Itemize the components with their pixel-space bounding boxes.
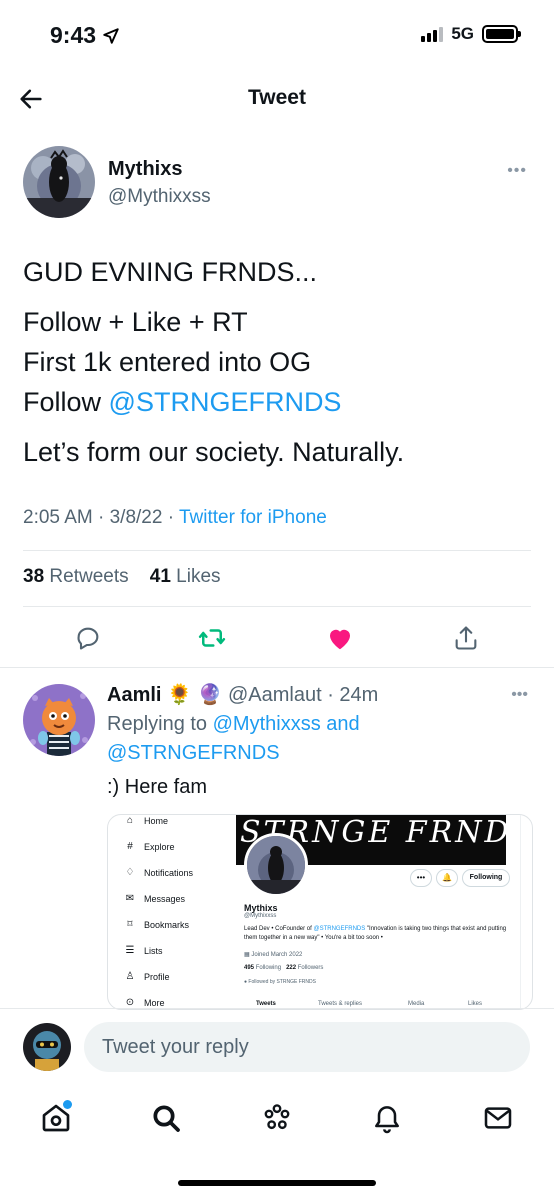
reply-button[interactable] xyxy=(72,622,104,654)
embedded-joined: ▦ Joined March 2022 xyxy=(244,952,303,958)
list-icon: ☰ xyxy=(125,945,135,956)
author-avatar[interactable] xyxy=(23,146,95,218)
top-bar: Tweet xyxy=(0,72,554,126)
tweet-body: GUD EVNING FRNDS... Follow + Like + RT F… xyxy=(23,252,533,472)
reply-author-name[interactable]: Aamli xyxy=(107,684,161,706)
clock: 9:43 xyxy=(50,22,97,48)
home-indicator xyxy=(178,1180,376,1186)
tweet-line: Follow + Like + RT xyxy=(23,307,248,337)
more-options-icon[interactable]: ••• xyxy=(511,686,528,704)
mention-link[interactable]: @STRNGEFRNDS xyxy=(107,742,280,764)
tweet-line: GUD EVNING FRNDS... xyxy=(23,257,318,287)
more-options-icon[interactable]: ••• xyxy=(507,162,527,180)
mention-link[interactable]: @Mythixxss xyxy=(213,713,321,735)
replying-to: Replying to @Mythixxss and @STRNGEFRNDS xyxy=(107,713,360,764)
spaces-icon xyxy=(264,1104,290,1130)
share-button[interactable] xyxy=(450,622,482,654)
author-handle[interactable]: @Mythixxss xyxy=(108,186,211,208)
embedded-more-icon: ••• xyxy=(410,869,432,887)
network-type: 5G xyxy=(451,24,474,43)
attached-image[interactable]: ⌂ Home # Explore ♢ Notifications ✉ Messages … xyxy=(107,814,533,1010)
embedded-nav-more: ⊙ More xyxy=(125,997,165,1008)
bottom-tab-bar xyxy=(0,1090,554,1146)
reply-header: Aamli 🌻 🔮 @Aamlaut · 24m xyxy=(107,684,379,706)
embedded-profile-handle: @Mythixxss xyxy=(244,913,277,919)
notifications-icon xyxy=(375,1106,399,1134)
reply-input[interactable] xyxy=(84,1022,530,1072)
home-icon: ⌂ xyxy=(126,815,134,826)
tweet-author: Mythixs @Mythixxss ••• xyxy=(23,146,533,220)
embedded-nav-lists: ☰ Lists xyxy=(125,945,163,956)
embedded-profile-name: Mythixs xyxy=(244,903,278,913)
tweet-stats: 38 Retweets 41 Likes xyxy=(23,566,221,588)
embedded-follow-stats: 495 Following 222 Followers xyxy=(244,965,324,971)
status-indicators: 5G xyxy=(421,24,521,44)
bell-icon: ♢ xyxy=(125,867,135,878)
status-bar: 9:43 5G xyxy=(0,0,554,72)
reply-icon xyxy=(77,627,99,650)
my-avatar[interactable] xyxy=(23,1023,71,1071)
embedded-nav-bookmarks: ⌑ Bookmarks xyxy=(124,919,189,930)
messages-icon xyxy=(484,1107,512,1129)
retweet-icon xyxy=(198,629,226,647)
retweets-stat[interactable]: 38 Retweets xyxy=(23,566,129,587)
embedded-bio: Lead Dev • CoFounder of @STRNGEFRNDS "In… xyxy=(244,926,507,941)
tab-spaces[interactable] xyxy=(259,1100,295,1136)
embedded-nav-profile: ♙ Profile xyxy=(125,971,170,982)
tweet-time: 2:05 AM xyxy=(23,507,93,528)
bookmark-icon: ⌑ xyxy=(127,919,133,930)
mail-icon: ✉ xyxy=(125,893,135,904)
reply-avatar[interactable] xyxy=(23,684,95,756)
embedded-profile-avatar xyxy=(244,833,308,897)
more-icon: ⊙ xyxy=(125,997,135,1008)
embedded-nav-home: ⌂ Home xyxy=(124,815,168,826)
embedded-followed-by: ● Followed by STRNGE FRNDS xyxy=(244,979,316,985)
embedded-following-button: Following xyxy=(462,869,510,887)
tweet-actions xyxy=(0,618,554,658)
heart-filled-icon xyxy=(330,629,350,650)
hashtag-icon: # xyxy=(127,841,133,852)
signal-icon xyxy=(421,26,444,42)
divider xyxy=(23,606,531,607)
tab-messages[interactable] xyxy=(480,1100,516,1136)
reply-time: 24m xyxy=(339,684,379,706)
page-title: Tweet xyxy=(248,86,306,109)
location-arrow-icon xyxy=(103,27,119,44)
embedded-right-column xyxy=(520,815,532,1009)
author-name[interactable]: Mythixs xyxy=(108,158,182,181)
divider xyxy=(0,1008,554,1009)
embedded-nav-messages: ✉ Messages xyxy=(125,893,186,904)
tweet-date: 3/8/22 xyxy=(109,507,163,528)
like-button[interactable] xyxy=(324,622,356,654)
embedded-nav-notifications: ♢ Notifications xyxy=(125,867,194,878)
status-time: 9:43 xyxy=(50,22,120,49)
new-content-dot xyxy=(63,1100,72,1109)
embedded-bell-icon: 🔔 xyxy=(436,869,458,887)
embedded-nav-explore: # Explore xyxy=(124,841,174,852)
likes-stat[interactable]: 41 Likes xyxy=(150,566,221,587)
share-icon xyxy=(455,626,477,650)
reply-body: :) Here fam xyxy=(107,776,208,798)
divider xyxy=(0,667,554,668)
mention-link[interactable]: @STRNGEFRNDS xyxy=(109,387,342,417)
tweet-line-prefix: Follow xyxy=(23,387,109,417)
tab-home[interactable] xyxy=(38,1100,74,1136)
name-emoji: 🌻 🔮 xyxy=(167,684,223,706)
divider xyxy=(23,550,531,551)
profile-icon: ♙ xyxy=(125,971,135,982)
retweet-button[interactable] xyxy=(196,622,228,654)
battery-icon xyxy=(482,25,521,43)
tab-notifications[interactable] xyxy=(369,1100,405,1136)
tweet-line: First 1k entered into OG xyxy=(23,347,312,377)
tweet-source-link[interactable]: Twitter for iPhone xyxy=(179,507,327,528)
search-icon xyxy=(153,1105,180,1132)
tweet-line: Let’s form our society. Naturally. xyxy=(23,437,405,467)
tweet-meta: 2:05 AM · 3/8/22 · Twitter for iPhone xyxy=(23,507,327,528)
reply-author-handle[interactable]: @Aamlaut xyxy=(228,684,322,706)
tab-search[interactable] xyxy=(148,1100,184,1136)
tweet-line: Follow @STRNGEFRNDS xyxy=(23,382,533,422)
